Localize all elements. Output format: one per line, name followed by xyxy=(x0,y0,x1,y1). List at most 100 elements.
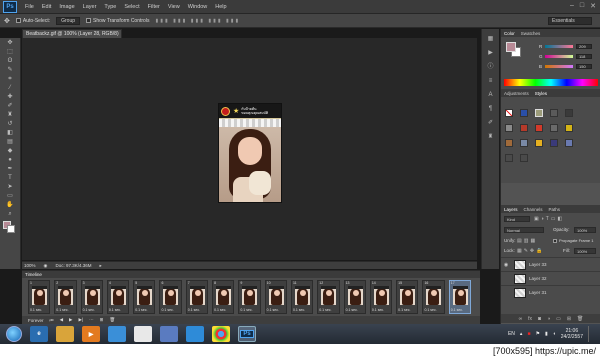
green-value[interactable]: 118 xyxy=(576,53,592,59)
fill-field[interactable]: 100% xyxy=(574,248,596,254)
tab-channels[interactable]: Channels xyxy=(524,207,543,212)
style-swatch[interactable] xyxy=(565,109,573,117)
style-swatch[interactable] xyxy=(550,109,558,117)
loop-dropdown[interactable]: Forever xyxy=(28,318,44,323)
menu-window[interactable]: Window xyxy=(184,4,212,10)
style-swatch[interactable] xyxy=(550,139,558,147)
style-swatch[interactable] xyxy=(550,124,558,132)
propagate-checkbox[interactable]: Propagate Frame 1 xyxy=(553,238,593,243)
show-desktop-button[interactable] xyxy=(588,326,592,342)
canvas-image[interactable]: ★ กับป้ายต้น ขอบคุณคุณสมบัติ xyxy=(218,103,282,203)
color-spectrum[interactable] xyxy=(504,79,598,86)
zoom-tool-icon[interactable]: ⌕ xyxy=(6,210,15,218)
timeline-frame[interactable]: 4 0.1 sec. xyxy=(106,280,130,314)
style-swatch[interactable] xyxy=(505,124,513,132)
play-icon[interactable]: ▶ xyxy=(69,317,72,323)
photoshop-taskbar-button[interactable]: Ps xyxy=(238,326,256,342)
brush-tool-icon[interactable]: ✐ xyxy=(6,102,15,110)
layer-filter-icons[interactable]: ▣◑T▭◧ xyxy=(534,216,564,222)
info-panel-icon[interactable]: ⓘ xyxy=(486,63,496,71)
move-tool-icon[interactable]: ✥ xyxy=(6,39,15,47)
history-panel-icon[interactable]: ▦ xyxy=(486,35,496,43)
frame-delay[interactable]: 0.1 sec. xyxy=(319,308,331,312)
frame-delay[interactable]: 0.1 sec. xyxy=(346,308,358,312)
link-layers-icon[interactable]: ∞ xyxy=(519,316,523,322)
lock-icons[interactable]: ▦✎✥🔒 xyxy=(517,248,544,254)
timeline-frame[interactable]: 13 0.1 sec. xyxy=(343,280,366,314)
frame-delay[interactable]: 0.1 sec. xyxy=(293,308,305,312)
character-panel-icon[interactable]: A xyxy=(486,91,496,99)
timeline-frame[interactable]: 16 0.1 sec. xyxy=(422,280,445,314)
media-player-icon[interactable]: ▶ xyxy=(82,326,100,342)
blue-slider[interactable]: B 150 xyxy=(539,63,597,69)
frame-delay[interactable]: 0.1 sec. xyxy=(267,308,279,312)
timeline-frame[interactable]: 17 0.1 sec. xyxy=(448,280,472,314)
frame-delay[interactable]: 0.1 sec. xyxy=(372,308,384,312)
style-swatch[interactable] xyxy=(535,139,543,147)
auto-select-checkbox[interactable]: Auto-Select: xyxy=(15,18,50,24)
eye-icon[interactable]: ◉ xyxy=(501,262,511,268)
style-swatch[interactable] xyxy=(505,154,513,162)
menu-filter[interactable]: Filter xyxy=(144,4,164,10)
frame-delay[interactable]: 0.1 sec. xyxy=(398,308,410,312)
gradient-tool-icon[interactable]: ▤ xyxy=(6,138,15,146)
frame-delay[interactable]: 0.1 sec. xyxy=(424,308,436,312)
timeline-frame[interactable]: 9 0.1 sec. xyxy=(238,280,261,314)
menu-file[interactable]: File xyxy=(21,4,38,10)
chrome-icon[interactable] xyxy=(212,326,230,342)
new-group-icon[interactable]: ▭ xyxy=(556,316,561,322)
clock[interactable]: 21:06 24/2/2557 xyxy=(561,328,583,340)
duplicate-frame-icon[interactable]: ⊞ xyxy=(100,317,104,323)
actions-panel-icon[interactable]: ▶ xyxy=(486,49,496,57)
layer-row[interactable]: Layer 31 xyxy=(501,285,600,299)
volume-icon[interactable]: ◖ xyxy=(553,331,556,337)
tray-arrow-icon[interactable]: ▴ xyxy=(520,331,523,337)
timeline-frame[interactable]: 12 0.1 sec. xyxy=(317,280,340,314)
type-tool-icon[interactable]: T xyxy=(6,174,15,182)
timeline-title[interactable]: Timeline xyxy=(22,271,480,278)
eyedropper-tool-icon[interactable]: ⁄ xyxy=(6,84,15,92)
tab-color[interactable]: Color xyxy=(504,31,515,36)
frame-delay[interactable]: 0.1 sec. xyxy=(188,308,200,312)
pen-tool-icon[interactable]: ✒ xyxy=(6,165,15,173)
tween-icon[interactable]: ⋯ xyxy=(89,317,94,323)
minimize-button[interactable]: – xyxy=(570,2,574,10)
tab-swatches[interactable]: Swatches xyxy=(521,31,541,36)
tab-layers[interactable]: Layers xyxy=(504,207,518,212)
clone-panel-icon[interactable]: ♜ xyxy=(486,133,496,141)
start-button[interactable] xyxy=(6,326,22,342)
documents-icon[interactable] xyxy=(134,326,152,342)
auto-select-dropdown[interactable]: Group xyxy=(56,16,81,25)
opacity-field[interactable]: 100% xyxy=(574,227,596,233)
workspace-dropdown[interactable]: Essentials xyxy=(548,17,592,25)
show-transform-checkbox[interactable]: Show Transform Controls xyxy=(86,18,149,24)
timeline-frame[interactable]: 3 0.1 sec. xyxy=(80,280,103,314)
frame-delay[interactable]: 0.1 sec. xyxy=(451,308,463,312)
frame-delay[interactable]: 0.1 sec. xyxy=(109,308,121,312)
quick-select-tool-icon[interactable]: ✎ xyxy=(6,66,15,74)
color-swatches-icon[interactable] xyxy=(0,221,20,235)
style-swatch[interactable] xyxy=(535,124,543,132)
style-swatch[interactable] xyxy=(520,124,528,132)
frame-delay[interactable]: 0.1 sec. xyxy=(83,308,95,312)
style-swatch[interactable] xyxy=(520,139,528,147)
ie-icon[interactable]: e xyxy=(30,326,48,342)
frame-delay[interactable]: 0.1 sec. xyxy=(30,308,42,312)
menu-help[interactable]: Help xyxy=(211,4,230,10)
stamp-tool-icon[interactable]: ♜ xyxy=(6,111,15,119)
zoom-level[interactable]: 100% xyxy=(24,263,36,268)
timeline-frame[interactable]: 8 0.1 sec. xyxy=(212,280,235,314)
layer-style-icon[interactable]: fx xyxy=(528,316,532,322)
tab-adjustments[interactable]: Adjustments xyxy=(504,91,529,96)
layer-row[interactable]: ◉ Layer 33 xyxy=(501,257,600,271)
close-button[interactable]: ✕ xyxy=(590,2,596,10)
menu-select[interactable]: Select xyxy=(120,4,143,10)
red-value[interactable]: 209 xyxy=(576,43,592,49)
healing-tool-icon[interactable]: ✚ xyxy=(6,93,15,101)
layer-row[interactable]: Layer 32 xyxy=(501,271,600,285)
blend-mode-dropdown[interactable]: Normal xyxy=(504,227,544,233)
timeline-frame[interactable]: 5 0.1 sec. xyxy=(133,280,156,314)
style-swatch[interactable] xyxy=(505,139,513,147)
paragraph-panel-icon[interactable]: ¶ xyxy=(486,105,496,113)
first-frame-icon[interactable]: ⏮ xyxy=(50,318,54,323)
